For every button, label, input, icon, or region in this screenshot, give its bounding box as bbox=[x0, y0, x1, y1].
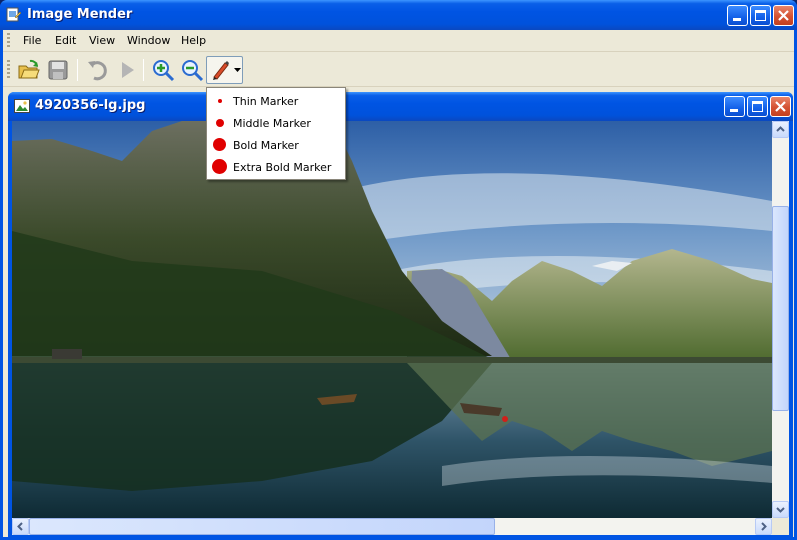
size-grip[interactable] bbox=[772, 518, 789, 535]
horizontal-scrollbar[interactable] bbox=[12, 518, 772, 535]
zoom-in-icon[interactable] bbox=[151, 58, 175, 82]
menu-item-middle-marker[interactable]: Middle Marker bbox=[207, 112, 345, 134]
undo-icon[interactable] bbox=[85, 58, 109, 82]
close-button[interactable] bbox=[773, 5, 794, 26]
menu-item-label: Extra Bold Marker bbox=[233, 161, 332, 174]
menu-item-bold-marker[interactable]: Bold Marker bbox=[207, 134, 345, 156]
toolbar bbox=[3, 53, 794, 87]
scroll-left-button[interactable] bbox=[12, 518, 29, 535]
app-title: Image Mender bbox=[27, 7, 133, 22]
app-icon bbox=[6, 7, 22, 22]
app-window: Image Mender File Edit View Window Help bbox=[0, 0, 797, 540]
menu-help[interactable]: Help bbox=[181, 34, 206, 47]
document-titlebar[interactable]: 4920356-lg.jpg bbox=[8, 92, 793, 121]
menu-item-thin-marker[interactable]: Thin Marker bbox=[207, 90, 345, 112]
document-title: 4920356-lg.jpg bbox=[35, 98, 146, 113]
toolbar-grip[interactable] bbox=[7, 60, 10, 80]
play-icon[interactable] bbox=[115, 58, 139, 82]
app-client-area: File Edit View Window Help 4920356-lg.jp… bbox=[3, 30, 794, 537]
maximize-icon bbox=[752, 101, 763, 112]
menu-item-extra-bold-marker[interactable]: Extra Bold Marker bbox=[207, 156, 345, 178]
document-window: 4920356-lg.jpg bbox=[8, 92, 793, 537]
save-icon[interactable] bbox=[46, 58, 70, 82]
image-file-icon bbox=[14, 99, 30, 113]
menu-view[interactable]: View bbox=[89, 34, 115, 47]
open-folder-icon[interactable] bbox=[17, 58, 41, 82]
chevron-right-icon bbox=[761, 522, 767, 531]
extra-bold-dot-icon bbox=[212, 159, 227, 174]
landscape-photo bbox=[12, 121, 772, 518]
marker-dropdown-menu: Thin Marker Middle Marker Bold Marker Ex… bbox=[206, 87, 346, 180]
minimize-icon bbox=[730, 109, 738, 112]
app-titlebar[interactable]: Image Mender bbox=[0, 0, 797, 30]
maximize-button[interactable] bbox=[750, 5, 771, 26]
toolbar-separator bbox=[143, 59, 144, 81]
vertical-scroll-thumb[interactable] bbox=[772, 206, 789, 411]
chevron-down-icon bbox=[776, 507, 785, 513]
scroll-right-button[interactable] bbox=[755, 518, 772, 535]
menu-item-label: Thin Marker bbox=[233, 95, 299, 108]
bold-dot-icon bbox=[213, 138, 226, 151]
doc-minimize-button[interactable] bbox=[724, 96, 745, 117]
toolbar-separator bbox=[77, 59, 78, 81]
thin-dot-icon bbox=[218, 99, 222, 103]
menu-edit[interactable]: Edit bbox=[55, 34, 76, 47]
chevron-down-icon bbox=[234, 68, 241, 72]
menu-bar: File Edit View Window Help bbox=[3, 30, 794, 52]
middle-dot-icon bbox=[216, 119, 224, 127]
horizontal-scroll-thumb[interactable] bbox=[29, 518, 495, 535]
image-canvas[interactable] bbox=[12, 121, 772, 518]
menu-item-label: Bold Marker bbox=[233, 139, 299, 152]
minimize-button[interactable] bbox=[727, 5, 748, 26]
menu-window[interactable]: Window bbox=[127, 34, 170, 47]
menu-item-label: Middle Marker bbox=[233, 117, 311, 130]
menu-grip[interactable] bbox=[7, 33, 10, 49]
scroll-up-button[interactable] bbox=[772, 121, 789, 138]
menu-file[interactable]: File bbox=[23, 34, 41, 47]
doc-maximize-button[interactable] bbox=[747, 96, 768, 117]
vertical-scrollbar[interactable] bbox=[772, 121, 789, 518]
close-icon bbox=[778, 10, 789, 21]
marker-pen-icon bbox=[213, 61, 229, 80]
doc-close-button[interactable] bbox=[770, 96, 791, 117]
chevron-up-icon bbox=[776, 126, 785, 132]
minimize-icon bbox=[733, 18, 741, 21]
close-icon bbox=[775, 101, 786, 112]
scroll-down-button[interactable] bbox=[772, 501, 789, 518]
marker-dropdown-button[interactable] bbox=[206, 56, 243, 84]
chevron-left-icon bbox=[17, 522, 23, 531]
zoom-out-icon[interactable] bbox=[180, 58, 204, 82]
maximize-icon bbox=[755, 10, 766, 21]
